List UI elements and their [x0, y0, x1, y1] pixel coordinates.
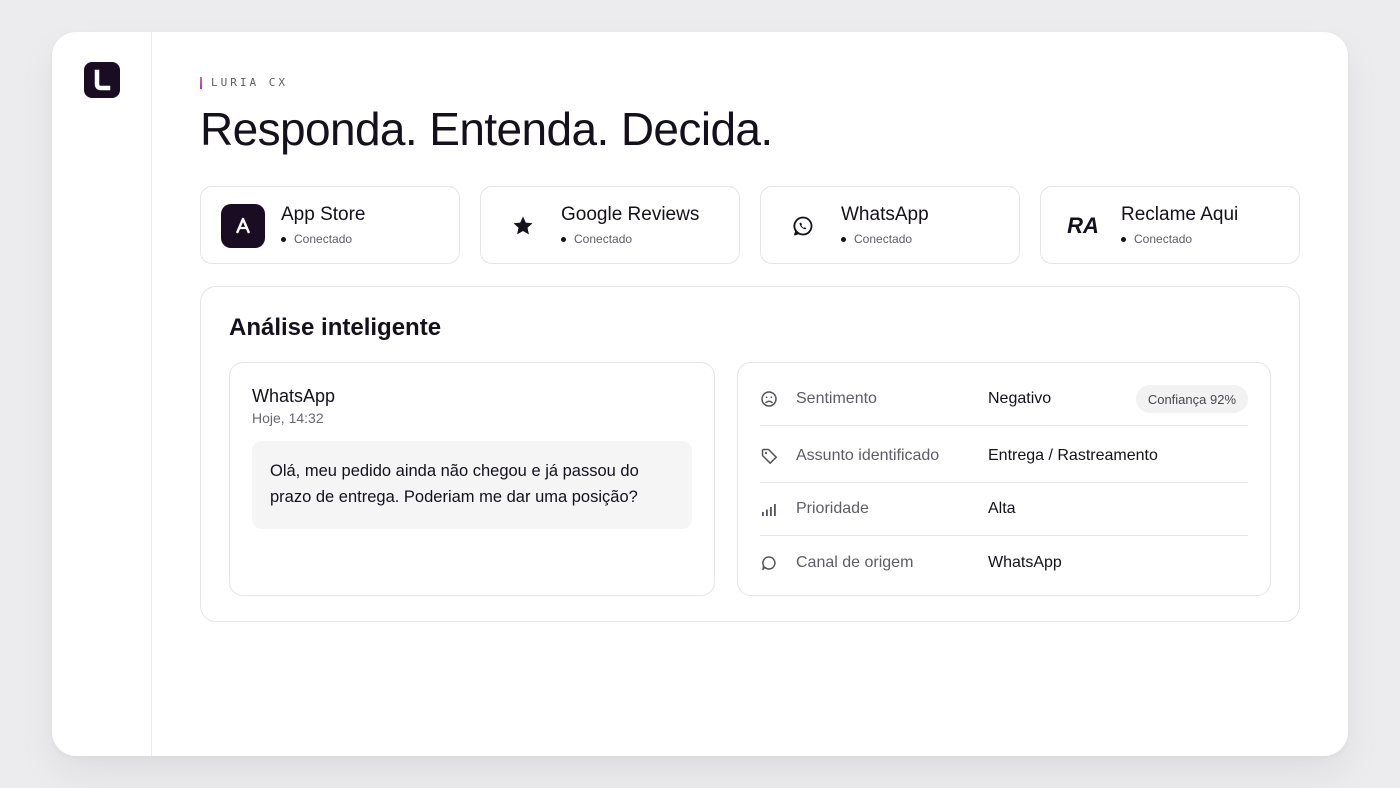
channel-status: Conectado: [561, 232, 632, 246]
eyebrow: LURIA CX: [200, 76, 288, 89]
detail-label: Prioridade: [796, 500, 869, 517]
detail-label: Assunto identificado: [796, 447, 940, 464]
channel-status: Conectado: [841, 232, 912, 246]
star-icon: [501, 204, 545, 248]
detail-row-subject: Assunto identificado Entrega / Rastreame…: [760, 430, 1248, 483]
channel-card-reclame-aqui[interactable]: RA Reclame Aqui Conectado: [1040, 186, 1300, 264]
detail-label: Canal de origem: [796, 553, 914, 571]
message-timestamp: Hoje, 14:32: [252, 410, 324, 426]
detail-value: WhatsApp: [988, 553, 1062, 571]
tag-icon: [760, 447, 778, 465]
channel-name: WhatsApp: [841, 204, 929, 225]
signal-bars-icon: [760, 500, 778, 518]
status-dot: [1121, 236, 1126, 242]
channel-name: App Store: [281, 204, 366, 225]
app-store-icon: [221, 204, 265, 248]
page-title: Responda. Entenda. Decida.: [200, 103, 773, 155]
whatsapp-icon: [781, 204, 825, 248]
detail-row-sentiment: Sentimento Negativo Confiança 92%: [760, 373, 1248, 426]
detail-value: Negativo: [988, 390, 1052, 407]
channel-list: App Store Conectado Google Reviews Conec…: [200, 186, 1300, 264]
sidebar: [52, 32, 152, 756]
analysis-panel: Análise inteligente WhatsApp Hoje, 14:32…: [200, 286, 1300, 622]
detail-value: Entrega / Rastreamento: [988, 447, 1158, 464]
detail-label: Sentimento: [796, 390, 877, 407]
analysis-details: Sentimento Negativo Confiança 92% Assunt…: [737, 362, 1271, 596]
app-window: LURIA CX Responda. Entenda. Decida. App …: [52, 32, 1348, 756]
sad-face-icon: [760, 390, 778, 408]
channel-status: Conectado: [281, 232, 352, 246]
status-dot: [561, 236, 566, 242]
channel-card-google-reviews[interactable]: Google Reviews Conectado: [480, 186, 740, 264]
detail-row-priority: Prioridade Alta: [760, 483, 1248, 536]
channel-name: Google Reviews: [561, 204, 700, 225]
message-card[interactable]: WhatsApp Hoje, 14:32 Olá, meu pedido ain…: [229, 362, 715, 596]
channel-card-whatsapp[interactable]: WhatsApp Conectado: [760, 186, 1020, 264]
luria-logo-icon[interactable]: [84, 62, 120, 98]
status-label: Conectado: [574, 232, 633, 246]
message-source: WhatsApp: [252, 386, 336, 406]
status-dot: [841, 236, 846, 242]
status-label: Conectado: [294, 232, 353, 246]
detail-row-channel: Canal de origem WhatsApp: [760, 536, 1248, 589]
message-bubble: Olá, meu pedido ainda não chegou e já pa…: [252, 441, 692, 529]
status-dot: [281, 236, 286, 242]
eyebrow-label: LURIA CX: [211, 76, 288, 89]
channel-name: Reclame Aqui: [1121, 204, 1239, 225]
main-content: LURIA CX Responda. Entenda. Decida. App …: [200, 32, 1300, 756]
accent-bar: [200, 76, 202, 89]
detail-value: Alta: [988, 500, 1016, 517]
chat-bubble-icon: [760, 554, 778, 572]
channel-card-app-store[interactable]: App Store Conectado: [200, 186, 460, 264]
analysis-title: Análise inteligente: [229, 314, 442, 341]
reclame-aqui-icon: RA: [1067, 213, 1099, 238]
status-label: Conectado: [1134, 232, 1193, 246]
status-label: Conectado: [854, 232, 913, 246]
confidence-badge: Confiança 92%: [1135, 385, 1248, 413]
channel-status: Conectado: [1121, 232, 1192, 246]
